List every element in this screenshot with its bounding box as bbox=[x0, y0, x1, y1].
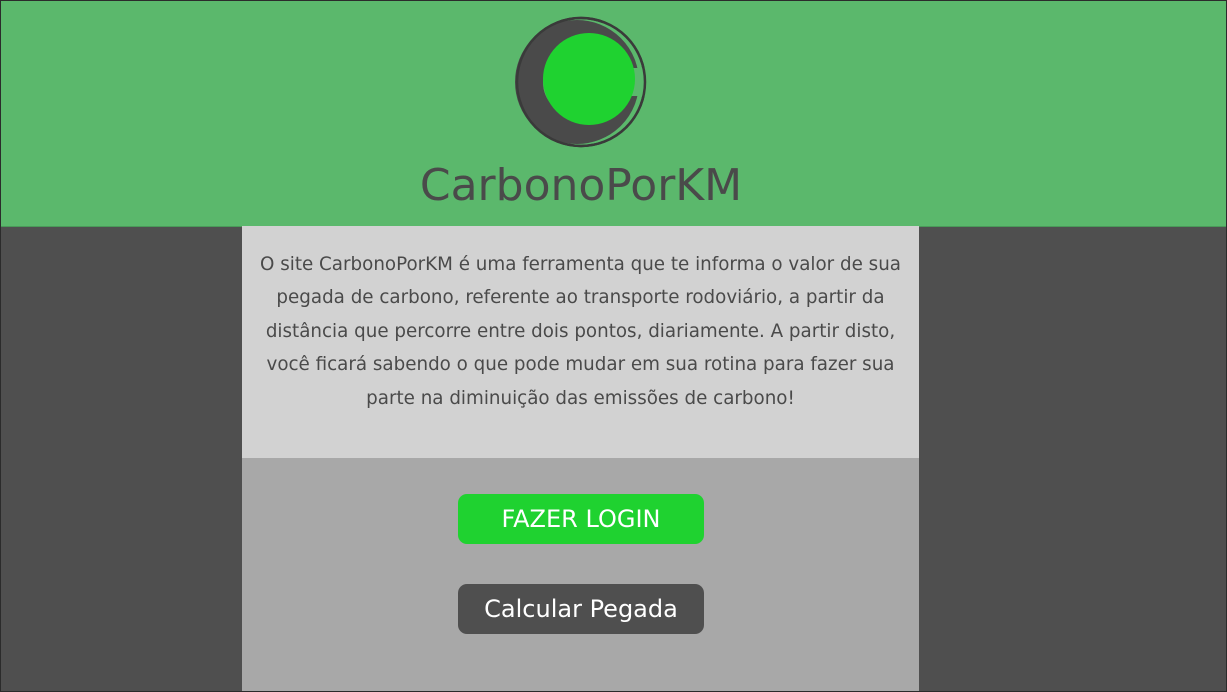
calculate-footprint-button[interactable]: Calcular Pegada bbox=[458, 584, 704, 634]
intro-description: O site CarbonoPorKM é uma ferramenta que… bbox=[242, 226, 919, 458]
main-panel: O site CarbonoPorKM é uma ferramenta que… bbox=[242, 226, 919, 692]
site-header: CarbonoPorKM bbox=[0, 0, 1227, 227]
brand-title: CarbonoPorKM bbox=[419, 160, 743, 211]
carbon-c-logo-icon bbox=[515, 16, 647, 148]
login-button[interactable]: FAZER LOGIN bbox=[458, 494, 704, 544]
intro-description-text: O site CarbonoPorKM é uma ferramenta que… bbox=[260, 254, 901, 409]
